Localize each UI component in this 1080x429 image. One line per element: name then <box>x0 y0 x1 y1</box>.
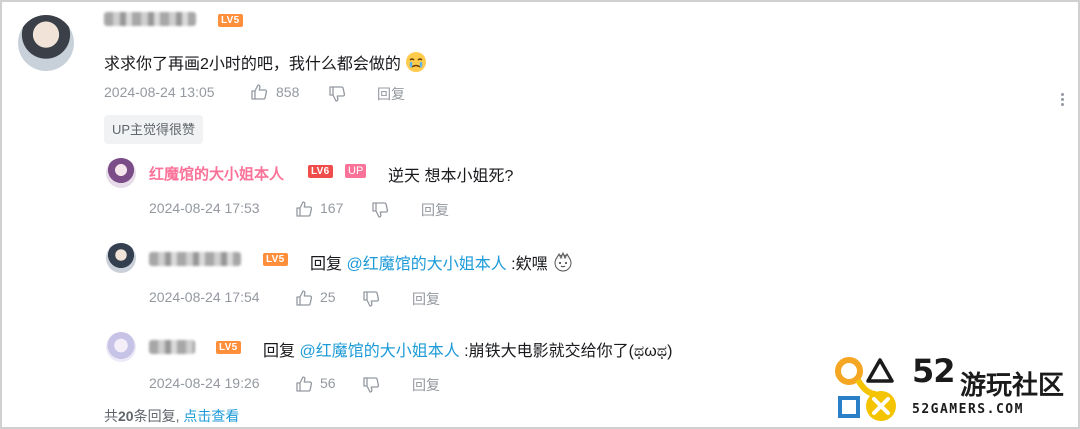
like-count: 25 <box>320 289 336 305</box>
mention-link[interactable]: @红魔馆的大小姐本人 <box>299 343 459 360</box>
comment-text: 求求你了再画2小时的吧，我什么都会做的 <box>104 50 427 74</box>
thumbs-down-icon[interactable] <box>328 85 346 103</box>
reply-body: :欸嘿 <box>506 256 548 273</box>
mention-link[interactable]: @红魔馆的大小姐本人 <box>346 256 506 273</box>
reply-time: 2024-08-24 17:53 <box>149 200 260 216</box>
comment-panel: LV5 求求你了再画2小时的吧，我什么都会做的 2024-08-24 13:05… <box>0 0 1080 429</box>
reply-prefix: 回复 <box>263 343 300 360</box>
summary-prefix: 共 <box>104 408 118 424</box>
reply-body: :崩铁大电影就交给你了(ಥωಥ) <box>459 343 673 360</box>
thumbs-up-icon[interactable] <box>295 375 313 393</box>
thumbs-up-icon[interactable] <box>295 289 313 307</box>
reply-avatar[interactable] <box>106 243 136 273</box>
like-count: 858 <box>276 84 300 100</box>
level-badge: LV6 <box>308 165 333 178</box>
reply-username[interactable]: 红魔馆的大小姐本人 <box>149 163 284 184</box>
reply-username-blurred[interactable] <box>149 252 241 266</box>
up-badge: UP <box>345 164 367 178</box>
reply-button[interactable]: 回复 <box>412 289 440 309</box>
thumbs-down-icon[interactable] <box>362 376 380 394</box>
reply-avatar[interactable] <box>106 332 136 362</box>
thumbs-down-icon[interactable] <box>371 201 389 219</box>
chibi-sticker-icon <box>554 251 572 272</box>
level-badge: LV5 <box>218 14 243 27</box>
reply-prefix: 回复 <box>310 256 347 273</box>
comment-time: 2024-08-24 13:05 <box>104 84 215 100</box>
more-options-icon[interactable] <box>1059 91 1065 108</box>
thumbs-down-icon[interactable] <box>362 290 380 308</box>
reply-time: 2024-08-24 17:54 <box>149 289 260 305</box>
reply-button[interactable]: 回复 <box>412 375 440 395</box>
reply-time: 2024-08-24 19:26 <box>149 375 260 391</box>
like-count: 56 <box>320 375 336 391</box>
reply-button[interactable]: 回复 <box>421 200 449 220</box>
view-all-replies-link[interactable]: 点击查看 <box>183 408 239 424</box>
reply-count: 20 <box>118 408 134 424</box>
comment-body: 求求你了再画2小时的吧，我什么都会做的 <box>104 56 401 73</box>
like-count: 167 <box>320 200 344 216</box>
reply-username-blurred[interactable] <box>149 340 195 354</box>
level-badge: LV5 <box>263 253 288 266</box>
thumbs-up-icon[interactable] <box>250 83 268 101</box>
reply-text: 回复 @红魔馆的大小姐本人 :崩铁大电影就交给你了(ಥωಥ) <box>263 337 672 361</box>
summary-suffix: 条回复, <box>133 408 180 424</box>
commenter-name-blurred[interactable] <box>104 12 196 26</box>
reply-avatar[interactable] <box>106 158 136 188</box>
commenter-avatar[interactable] <box>18 15 74 71</box>
reply-text: 回复 @红魔馆的大小姐本人 :欸嘿 <box>310 250 574 274</box>
crying-emoji-icon <box>406 52 427 72</box>
watermark-name: 游玩社区 <box>960 371 1065 401</box>
watermark-domain: 52GAMERS.COM <box>912 402 1024 417</box>
level-badge: LV5 <box>216 341 241 354</box>
watermark-logo-icon <box>835 357 896 421</box>
watermark-number: 52 <box>912 352 956 390</box>
reply-button[interactable]: 回复 <box>377 84 405 104</box>
thumbs-up-icon[interactable] <box>295 200 313 218</box>
up-liked-tag: UP主觉得很赞 <box>104 115 204 144</box>
reply-summary: 共20条回复, 点击查看 <box>104 406 239 426</box>
reply-text: 逆天 想本小姐死? <box>388 168 514 185</box>
